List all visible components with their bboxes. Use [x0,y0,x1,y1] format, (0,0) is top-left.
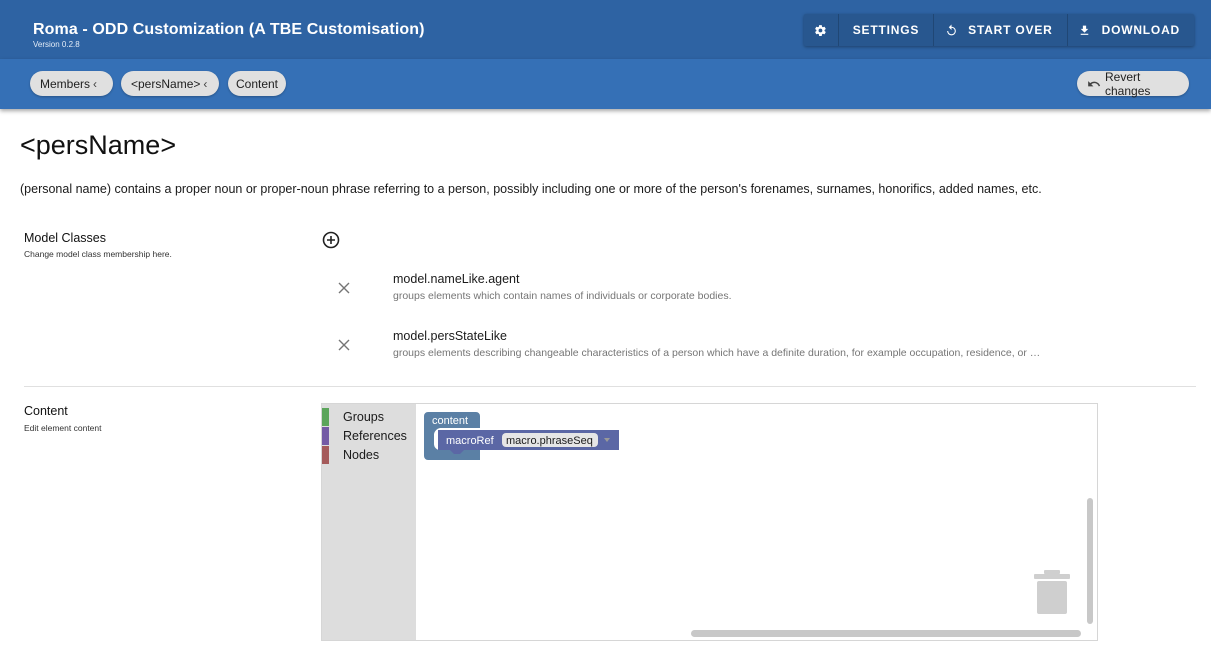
model-classes-title: Model Classes [24,231,106,245]
breadcrumb-element-label: <persName> [131,76,201,91]
model-class-item: model.nameLike.agent groups elements whi… [334,272,1194,312]
model-class-desc: groups elements which contain names of i… [393,290,732,302]
content-section-subtitle: Edit element content [24,423,102,433]
gear-icon [804,14,838,46]
model-class-desc: groups elements describing changeable ch… [393,347,1041,359]
revert-changes-label: Revert changes [1105,69,1151,98]
section-divider [24,386,1196,387]
breadcrumb-members-label: Members [40,76,91,91]
model-class-item: model.persStateLike groups elements desc… [334,329,1194,369]
blockly-toolbox: Groups References Nodes [322,404,416,640]
breadcrumb-current-label: Content [235,76,279,91]
breadcrumb-current[interactable]: Content [228,71,286,96]
category-color-bar [322,446,329,464]
toolbox-category-references[interactable]: References [322,427,416,445]
category-color-bar [322,408,329,426]
restart-icon [934,14,968,46]
app-title: Roma - ODD Customization (A TBE Customis… [33,21,425,38]
element-description: (personal name) contains a proper noun o… [20,182,1042,196]
category-label: References [343,429,407,443]
macro-ref-value: macro.phraseSeq [506,435,593,447]
breadcrumb-members[interactable]: Members ‹ [30,71,113,96]
undo-icon [1087,78,1101,90]
content-block-label: content [432,415,468,427]
download-button[interactable]: DOWNLOAD [1068,14,1194,46]
app-actions: SETTINGS START OVER DOWNLOAD [803,14,1194,46]
category-color-bar [322,427,329,445]
model-class-name: model.persStateLike [393,329,507,343]
trash-icon[interactable] [1034,570,1070,616]
breadcrumb-toolbar: Members ‹ <persName> ‹ Content Revert ch… [0,59,1211,109]
chevron-left-icon: ‹ [203,76,208,91]
model-class-name: model.nameLike.agent [393,272,520,286]
blockly-blocks[interactable]: content macroRef macro.phraseSeq [424,412,644,472]
add-circle-icon [322,231,340,249]
start-over-label: START OVER [968,23,1053,37]
start-over-button[interactable]: START OVER [934,14,1068,46]
blockly-workspace[interactable]: Groups References Nodes content macroRef… [321,403,1098,641]
app-version: Version 0.2.8 [33,40,80,49]
close-icon [338,282,350,294]
horizontal-scrollbar[interactable] [691,630,1081,637]
element-title: <persName> [20,130,177,160]
app-bar: Roma - ODD Customization (A TBE Customis… [0,0,1211,59]
add-model-class-button[interactable] [321,230,341,250]
settings-label: SETTINGS [852,23,920,37]
macro-ref-label: macroRef [446,435,495,447]
close-icon [338,339,350,351]
revert-changes-button[interactable]: Revert changes [1077,69,1189,98]
settings-icon-button[interactable] [804,14,839,46]
download-icon [1068,14,1102,46]
model-classes-subtitle: Change model class membership here. [24,249,172,259]
settings-button[interactable]: SETTINGS [839,14,935,46]
remove-model-class-button[interactable] [334,335,354,355]
breadcrumb-element[interactable]: <persName> ‹ [121,71,219,96]
category-label: Nodes [343,448,380,462]
remove-model-class-button[interactable] [334,278,354,298]
toolbox-category-groups[interactable]: Groups [322,408,416,426]
download-label: DOWNLOAD [1101,23,1180,37]
chevron-left-icon: ‹ [93,76,98,91]
toolbox-category-nodes[interactable]: Nodes [322,446,416,464]
vertical-scrollbar[interactable] [1087,498,1093,624]
category-label: Groups [343,410,384,424]
content-section-title: Content [24,404,68,418]
